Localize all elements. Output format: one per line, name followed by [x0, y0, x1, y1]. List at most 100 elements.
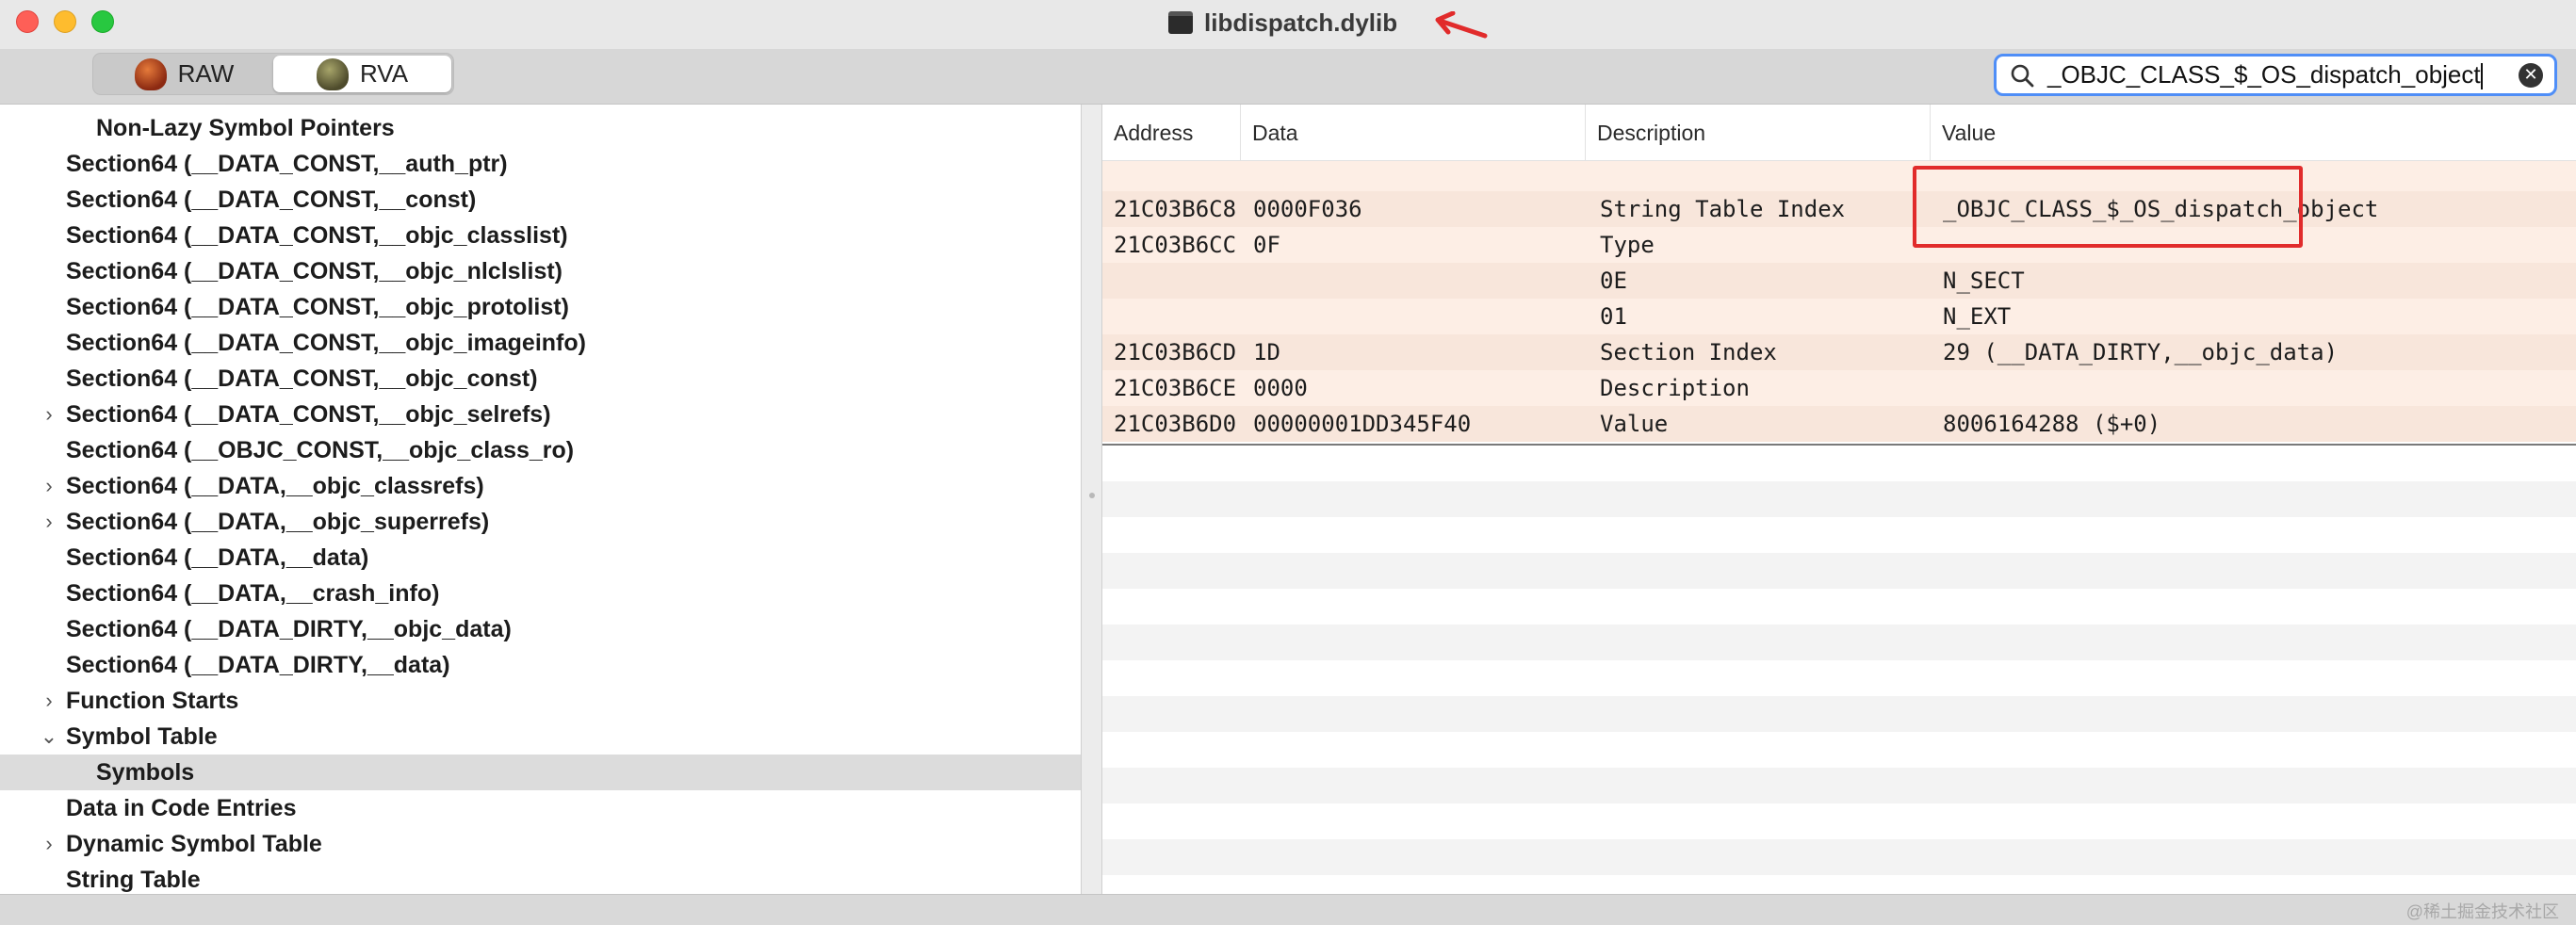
tree-item[interactable]: Section64 (__DATA_CONST,__objc_imageinfo… — [0, 325, 1081, 361]
cell-address: 21C03B6C8 — [1114, 196, 1237, 222]
tree-item[interactable]: › Section64 (__DATA,__objc_classrefs) — [0, 468, 1081, 504]
tree-item[interactable]: Section64 (__DATA_CONST,__objc_nlclslist… — [0, 253, 1081, 289]
tree-item-label: Section64 (__DATA_CONST,__objc_protolist… — [66, 293, 569, 320]
close-window-button[interactable] — [16, 10, 39, 33]
rva-mode-label: RVA — [359, 59, 409, 88]
chevron-right-icon[interactable]: › — [40, 832, 58, 855]
empty-row — [1102, 768, 2576, 803]
chevron-down-icon[interactable]: ⌄ — [40, 724, 58, 748]
cell-data: 0000 — [1253, 375, 1308, 401]
tree-item[interactable]: Symbols — [0, 755, 1081, 790]
empty-row — [1102, 696, 2576, 732]
tree-item[interactable]: Section64 (__OBJC_CONST,__objc_class_ro) — [0, 432, 1081, 468]
watermark-text: @稀土掘金技术社区 — [2405, 902, 2559, 921]
cell-data: 1D — [1253, 339, 1280, 365]
tree-item[interactable]: Section64 (__DATA_CONST,__const) — [0, 182, 1081, 218]
tree-item-label: Section64 (__DATA_CONST,__const) — [66, 186, 477, 213]
clear-search-icon[interactable]: ✕ — [2519, 62, 2543, 88]
cell-description: Type — [1600, 232, 1655, 258]
column-header-description[interactable]: Description — [1585, 105, 1930, 161]
cell-data: 0F — [1253, 232, 1280, 258]
raw-mode-button[interactable]: RAW — [95, 56, 273, 92]
tree-item[interactable]: › Section64 (__DATA,__objc_superrefs) — [0, 504, 1081, 540]
tree-item-label: Section64 (__DATA_DIRTY,__objc_data) — [66, 615, 512, 642]
split-view-divider[interactable] — [1081, 105, 1102, 894]
tree-item-label: Data in Code Entries — [66, 794, 297, 821]
table-row[interactable] — [1102, 161, 2576, 191]
empty-row — [1102, 553, 2576, 589]
table-row[interactable]: 21C03B6CD 1D Section Index 29 (__DATA_DIRTY… — [1102, 334, 2576, 370]
cell-description: Section Index — [1600, 339, 1777, 365]
divider-handle-icon — [1089, 493, 1095, 498]
tree-item[interactable]: Section64 (__DATA_CONST,__objc_protolist… — [0, 289, 1081, 325]
rva-mode-button[interactable]: RVA — [273, 56, 451, 92]
tree-item[interactable]: Section64 (__DATA_DIRTY,__objc_data) — [0, 611, 1081, 647]
tree-item[interactable]: Section64 (__DATA_CONST,__objc_const) — [0, 361, 1081, 397]
chevron-right-icon[interactable]: › — [40, 689, 58, 712]
tree-item-label: Function Starts — [66, 687, 239, 714]
address-mode-segmented-control: RAW RVA — [92, 53, 454, 95]
chevron-right-icon[interactable]: › — [40, 402, 58, 426]
tree-item[interactable]: Section64 (__DATA_CONST,__objc_classlist… — [0, 218, 1081, 253]
tree-item-label: Section64 (__DATA_CONST,__objc_selrefs) — [66, 400, 551, 428]
tree-item-label: Section64 (__DATA_CONST,__auth_ptr) — [66, 150, 508, 177]
terminal-document-icon — [1168, 11, 1193, 34]
table-row[interactable]: 0E N_SECT — [1102, 263, 2576, 299]
annotation-highlight-box — [1913, 166, 2303, 248]
table-header: Address Data Description Value — [1102, 105, 2576, 161]
tree-item-label: Section64 (__DATA_CONST,__objc_nlclslist… — [66, 257, 563, 284]
tree-item-label: Section64 (__DATA,__crash_info) — [66, 579, 440, 607]
cell-description: Value — [1600, 411, 1669, 437]
chevron-right-icon[interactable]: › — [40, 510, 58, 533]
tree-item[interactable]: › Dynamic Symbol Table — [0, 826, 1081, 862]
tree-item-label: Section64 (__DATA,__data) — [66, 544, 369, 571]
empty-row — [1102, 517, 2576, 553]
cell-description: Description — [1600, 375, 1750, 401]
tree-item-label: Section64 (__DATA_DIRTY,__data) — [66, 651, 450, 678]
search-icon — [2011, 64, 2034, 87]
search-input[interactable]: _OBJC_CLASS_$_OS_dispatch_object ✕ — [1994, 54, 2557, 96]
tree-item[interactable]: Section64 (__DATA_CONST,__auth_ptr) — [0, 146, 1081, 182]
search-input-value[interactable]: _OBJC_CLASS_$_OS_dispatch_object — [2047, 60, 2519, 90]
symbol-detail-table: Address Data Description Value 21C03B6C8… — [1102, 105, 2576, 894]
cell-value: N_EXT — [1943, 303, 2012, 330]
cell-value: 8006164288 ($+0) — [1943, 411, 2161, 437]
cell-address: 21C03B6CD — [1114, 339, 1237, 365]
window-title-text: libdispatch.dylib — [1204, 8, 1398, 37]
tree-item[interactable]: String Table — [0, 862, 1081, 894]
table-row[interactable]: 21C03B6C8 0000F036 String Table Index _OBJC… — [1102, 191, 2576, 227]
chevron-right-icon[interactable]: › — [40, 474, 58, 497]
column-header-address[interactable]: Address — [1102, 105, 1240, 161]
column-header-value[interactable]: Value — [1930, 105, 2576, 161]
tree-item[interactable]: Section64 (__DATA_DIRTY,__data) — [0, 647, 1081, 683]
cell-value: N_SECT — [1943, 268, 2025, 294]
tree-item-label: Symbol Table — [66, 722, 218, 750]
tree-item[interactable]: ⌄ Symbol Table — [0, 719, 1081, 755]
tree-item[interactable]: Section64 (__DATA,__data) — [0, 540, 1081, 576]
table-row[interactable]: 21C03B6D0 00000001DD345F40 Value 8006164288… — [1102, 406, 2576, 442]
table-row[interactable]: 01 N_EXT — [1102, 299, 2576, 334]
tree-item-label: Section64 (__DATA_CONST,__objc_imageinfo… — [66, 329, 586, 356]
tree-item[interactable]: Data in Code Entries — [0, 790, 1081, 826]
table-row[interactable]: 21C03B6CE 0000 Description — [1102, 370, 2576, 406]
tree-item-label: Section64 (__DATA,__objc_classrefs) — [66, 472, 484, 499]
tree-item[interactable]: › Function Starts — [0, 683, 1081, 719]
structure-tree: Non-Lazy Symbol Pointers Section64 (__DAT… — [0, 105, 1081, 894]
tree-item-label: Section64 (__DATA_CONST,__objc_const) — [66, 365, 538, 392]
tree-item-label: Section64 (__DATA_CONST,__objc_classlist… — [66, 221, 568, 249]
cell-description: 0E — [1600, 268, 1627, 294]
tree-item-label: Section64 (__OBJC_CONST,__objc_class_ro) — [66, 436, 575, 463]
tree-item-label: Section64 (__DATA,__objc_superrefs) — [66, 508, 490, 535]
minimize-window-button[interactable] — [54, 10, 76, 33]
rva-beetle-icon — [316, 57, 349, 90]
tree-item-label: String Table — [66, 866, 201, 893]
tree-item-label: Non-Lazy Symbol Pointers — [96, 114, 395, 141]
table-row[interactable]: 21C03B6CC 0F Type — [1102, 227, 2576, 263]
tree-item[interactable]: Section64 (__DATA,__crash_info) — [0, 576, 1081, 611]
tree-item[interactable]: Non-Lazy Symbol Pointers — [0, 110, 1081, 146]
column-header-data[interactable]: Data — [1240, 105, 1585, 161]
empty-row — [1102, 589, 2576, 625]
empty-row — [1102, 481, 2576, 517]
zoom-window-button[interactable] — [91, 10, 114, 33]
tree-item[interactable]: › Section64 (__DATA_CONST,__objc_selrefs) — [0, 397, 1081, 432]
